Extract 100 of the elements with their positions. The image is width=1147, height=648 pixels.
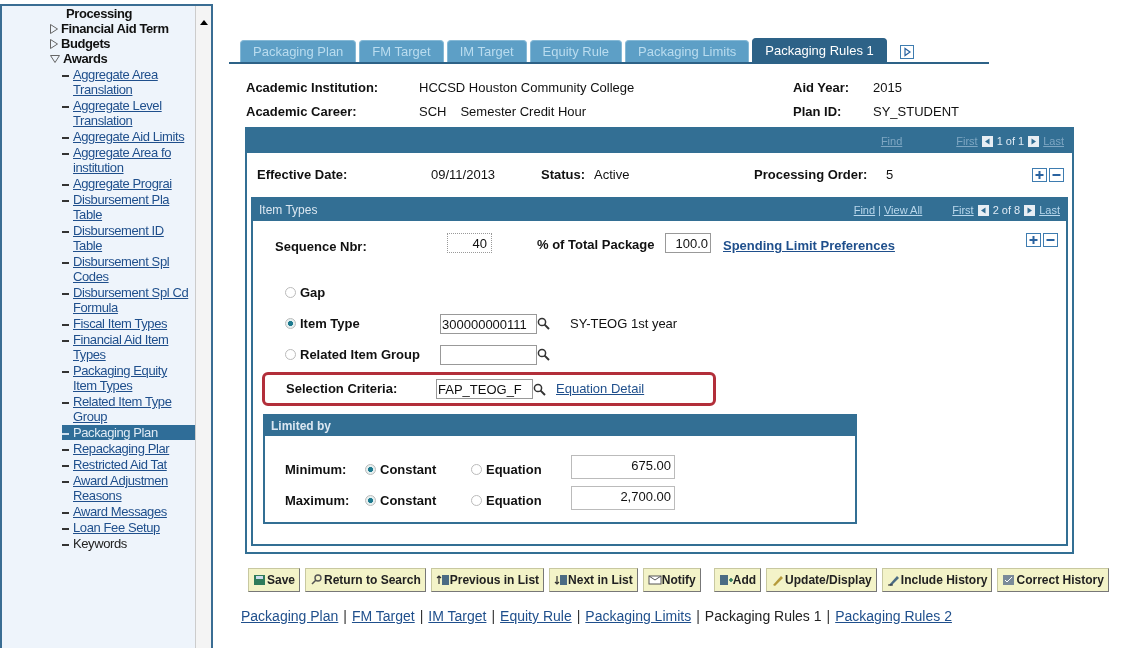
tree-item[interactable]: Aggregate Level Translation: [73, 98, 189, 128]
radio-label: Related Item Group: [300, 345, 420, 364]
input-field[interactable]: 300000000111: [440, 313, 537, 334]
page-link[interactable]: Packaging Limits: [585, 606, 692, 627]
tree-item[interactable]: Disbursement Spl Cd Formula: [73, 285, 189, 315]
tree-item[interactable]: Aggregate Prograi: [73, 176, 189, 191]
radio-button[interactable]: [365, 495, 376, 506]
tree-item[interactable]: Award Adjustmen Reasons: [73, 473, 189, 503]
toolbar-button[interactable]: Previous in List: [430, 568, 545, 592]
tree-dash: [62, 481, 69, 483]
toolbar-button[interactable]: Correct History: [997, 568, 1109, 592]
page-link[interactable]: Packaging Rules 2: [835, 606, 952, 627]
next-icon[interactable]: [1024, 204, 1036, 216]
search-icon: [310, 573, 325, 587]
tree-item[interactable]: Fiscal Item Types: [73, 316, 189, 331]
tree-folder[interactable]: Awards: [63, 51, 108, 66]
field-label: Academic Career:: [246, 102, 358, 121]
radio-label: Constant: [380, 491, 437, 510]
tree-dash: [62, 512, 69, 514]
tree-dash: [62, 231, 69, 233]
view-all-link[interactable]: View All: [883, 201, 923, 219]
page-link[interactable]: FM Target: [351, 606, 415, 627]
link[interactable]: Equation Detail: [556, 379, 645, 399]
separator: |: [491, 607, 496, 626]
toolbar-button[interactable]: Return to Search: [305, 568, 426, 592]
tree-item[interactable]: Repackaging Plar: [73, 441, 189, 456]
tree-dash: [62, 106, 69, 108]
page-link[interactable]: Equity Rule: [500, 606, 572, 627]
separator: |: [419, 607, 424, 626]
tree-item[interactable]: Related Item Type Group: [73, 394, 189, 424]
next-icon[interactable]: [1028, 135, 1040, 147]
tree-folder[interactable]: Budgets: [61, 36, 111, 51]
tab[interactable]: Packaging Rules 1: [752, 38, 887, 62]
tree-dash: [62, 324, 69, 326]
tree-item[interactable]: Award Messages: [73, 504, 189, 519]
scrollbar[interactable]: [195, 6, 211, 648]
tree-folder[interactable]: Financial Aid Term: [61, 21, 169, 36]
delete-row-icon[interactable]: [1043, 233, 1058, 247]
page-link[interactable]: Packaging Plan: [241, 606, 339, 627]
find-link[interactable]: Find: [853, 201, 876, 219]
expanded-icon[interactable]: [50, 54, 60, 63]
tree-item[interactable]: Packaging Equity Item Types: [73, 363, 189, 393]
search-icon[interactable]: [537, 317, 550, 330]
delete-row-icon[interactable]: [1049, 168, 1064, 182]
tree-item[interactable]: Disbursement ID Table: [73, 223, 189, 253]
toolbar-button[interactable]: Notify: [642, 568, 701, 592]
previous-icon[interactable]: [981, 135, 993, 147]
radio-button[interactable]: [285, 349, 296, 360]
field-label: Aid Year:: [793, 79, 851, 97]
previous-icon[interactable]: [977, 204, 989, 216]
tree-item[interactable]: Restricted Aid Tat: [73, 457, 189, 472]
tree-item[interactable]: Aggregate Area Translation: [73, 67, 189, 97]
next-tab-icon[interactable]: [899, 45, 914, 59]
tree-item[interactable]: Aggregate Aid Limits: [73, 129, 189, 144]
tree-item[interactable]: Disbursement Spl Codes: [73, 254, 189, 284]
tree-folder[interactable]: Processing: [66, 6, 133, 21]
tree-dash: [62, 402, 69, 404]
radio-label: Item Type: [300, 314, 360, 333]
scroll-up-icon[interactable]: [199, 20, 208, 25]
radio-button[interactable]: [471, 495, 482, 506]
search-icon[interactable]: [537, 348, 550, 361]
page-link[interactable]: IM Target: [428, 606, 487, 627]
tree-item[interactable]: Aggregate Area fo institution: [73, 145, 189, 175]
radio-button[interactable]: [285, 287, 296, 298]
link[interactable]: Spending Limit Preferences: [723, 236, 1026, 256]
input-field[interactable]: 675.00: [571, 454, 675, 479]
page-link[interactable]: Packaging Rules 1: [704, 606, 822, 627]
toolbar-button[interactable]: Save: [248, 568, 301, 592]
field-value: 09/11/2013: [431, 166, 497, 185]
panel-title: Limited by: [265, 416, 855, 436]
radio-button[interactable]: [365, 464, 376, 475]
toolbar-button[interactable]: Include History: [881, 568, 993, 592]
separator: |: [696, 607, 700, 626]
input-field[interactable]: FAP_TEOG_F: [436, 379, 533, 399]
input-field[interactable]: 100.0: [665, 233, 711, 253]
tree-item[interactable]: Disbursement Pla Table: [73, 192, 189, 222]
last-link[interactable]: Last: [1039, 201, 1060, 219]
check-icon: [1002, 573, 1017, 587]
field-value: SY_STUDENT: [873, 102, 959, 121]
radio-button[interactable]: [285, 318, 296, 329]
collapsed-icon[interactable]: [50, 23, 58, 34]
toolbar-button[interactable]: Update/Display: [766, 568, 877, 592]
radio-button[interactable]: [471, 464, 482, 475]
add-row-icon[interactable]: [1032, 168, 1047, 182]
up-arrow-icon: [435, 573, 450, 587]
separator: |: [576, 607, 581, 626]
input-field[interactable]: 2,700.00: [571, 485, 675, 510]
search-icon[interactable]: [533, 382, 546, 396]
first-link[interactable]: First: [952, 201, 974, 219]
toolbar-button[interactable]: Next in List: [549, 568, 638, 592]
separator: |: [878, 202, 881, 218]
collapsed-icon[interactable]: [50, 38, 58, 49]
input-field[interactable]: 40: [447, 233, 492, 253]
tree-item[interactable]: Loan Fee Setup: [73, 520, 189, 535]
tree-dash: [62, 75, 69, 77]
tree-item[interactable]: Keywords: [73, 536, 189, 551]
tree-item[interactable]: Financial Aid Item Types: [73, 332, 189, 362]
add-row-icon[interactable]: [1026, 233, 1041, 247]
toolbar-button[interactable]: Add: [713, 568, 762, 592]
input-field[interactable]: [440, 344, 537, 365]
